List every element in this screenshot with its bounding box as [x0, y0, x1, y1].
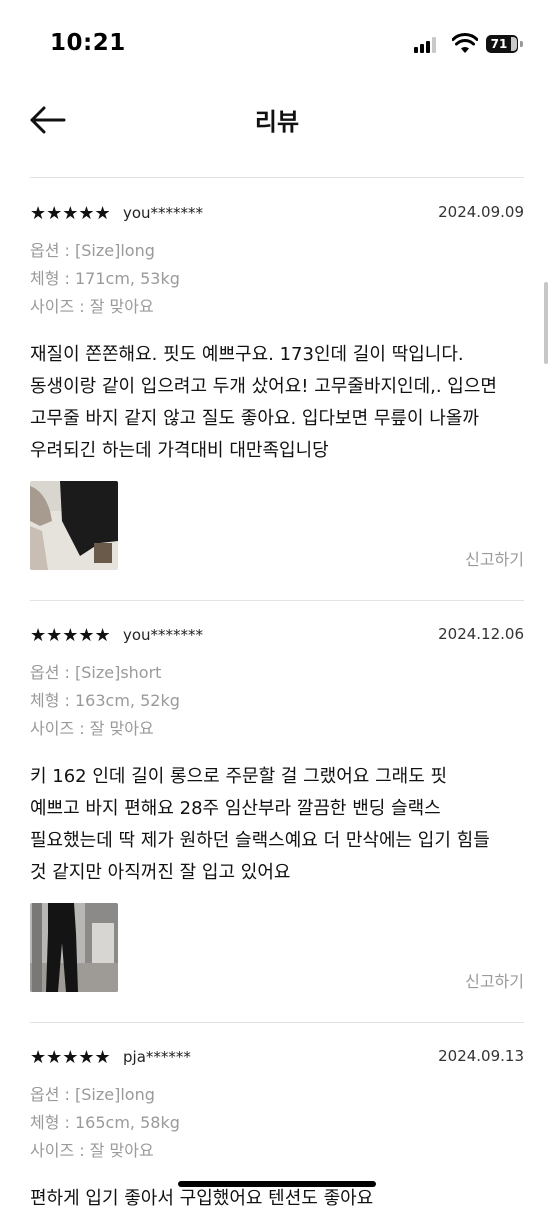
report-button[interactable]: 신고하기 [465, 546, 524, 570]
header-divider [30, 177, 524, 178]
review-size-fit: 사이즈 : 잘 맞아요 [30, 1141, 154, 1160]
review-meta: 옵션 : [Size]long 체형 : 171cm, 53kg 사이즈 : 잘… [30, 237, 524, 321]
status-time: 10:21 [50, 30, 126, 56]
review-author: pja****** [123, 1048, 191, 1066]
review-option: 옵션 : [Size]long [30, 1085, 155, 1104]
review-body-type: 체형 : 165cm, 58kg [30, 1113, 180, 1132]
review-author: you******* [123, 204, 204, 222]
review-size-fit: 사이즈 : 잘 맞아요 [30, 297, 154, 316]
review-body-type: 체형 : 163cm, 52kg [30, 691, 180, 710]
battery-icon: 71 [486, 35, 518, 53]
review-body-type: 체형 : 171cm, 53kg [30, 269, 180, 288]
review-option: 옵션 : [Size]long [30, 241, 155, 260]
review-option: 옵션 : [Size]short [30, 663, 162, 682]
battery-level: 71 [490, 37, 508, 51]
review-date: 2024.09.09 [438, 203, 524, 221]
star-rating: ★★★★★ [30, 1047, 111, 1068]
review-item: ★★★★★ you******* 2024.09.09 옵션 : [Size]l… [30, 203, 524, 467]
review-size-fit: 사이즈 : 잘 맞아요 [30, 719, 154, 738]
review-text: 재질이 쫀쫀해요. 핏도 예쁘구요. 173인데 길이 딱입니다. 동생이랑 같… [30, 344, 497, 461]
status-bar: 10:21 71 [0, 0, 554, 88]
wifi-icon [452, 33, 478, 53]
home-indicator[interactable] [178, 1181, 376, 1187]
page-header: 리뷰 [0, 88, 554, 178]
review-date: 2024.12.06 [438, 625, 524, 643]
review-text: 키 162 인데 길이 롱으로 주문할 걸 그랬어요 그래도 핏 예쁘고 바지 … [30, 766, 490, 883]
review-item: ★★★★★ pja****** 2024.09.13 옵션 : [Size]lo… [30, 1047, 524, 1215]
review-date: 2024.09.13 [438, 1047, 524, 1065]
review-meta: 옵션 : [Size]long 체형 : 165cm, 58kg 사이즈 : 잘… [30, 1081, 524, 1165]
review-divider [30, 600, 524, 601]
star-rating: ★★★★★ [30, 625, 111, 646]
review-divider [30, 1022, 524, 1023]
scrollbar[interactable] [544, 282, 548, 364]
review-meta: 옵션 : [Size]short 체형 : 163cm, 52kg 사이즈 : … [30, 659, 524, 743]
report-button[interactable]: 신고하기 [465, 968, 524, 992]
review-item: ★★★★★ you******* 2024.12.06 옵션 : [Size]s… [30, 625, 524, 889]
cellular-signal-icon [414, 37, 440, 53]
review-text: 편하게 입기 좋아서 구입했어요 텐션도 좋아요 [30, 1188, 374, 1209]
review-photo[interactable] [30, 903, 118, 992]
page-title: 리뷰 [254, 108, 300, 136]
review-author: you******* [123, 626, 204, 644]
review-photo[interactable] [30, 481, 118, 570]
star-rating: ★★★★★ [30, 203, 111, 224]
